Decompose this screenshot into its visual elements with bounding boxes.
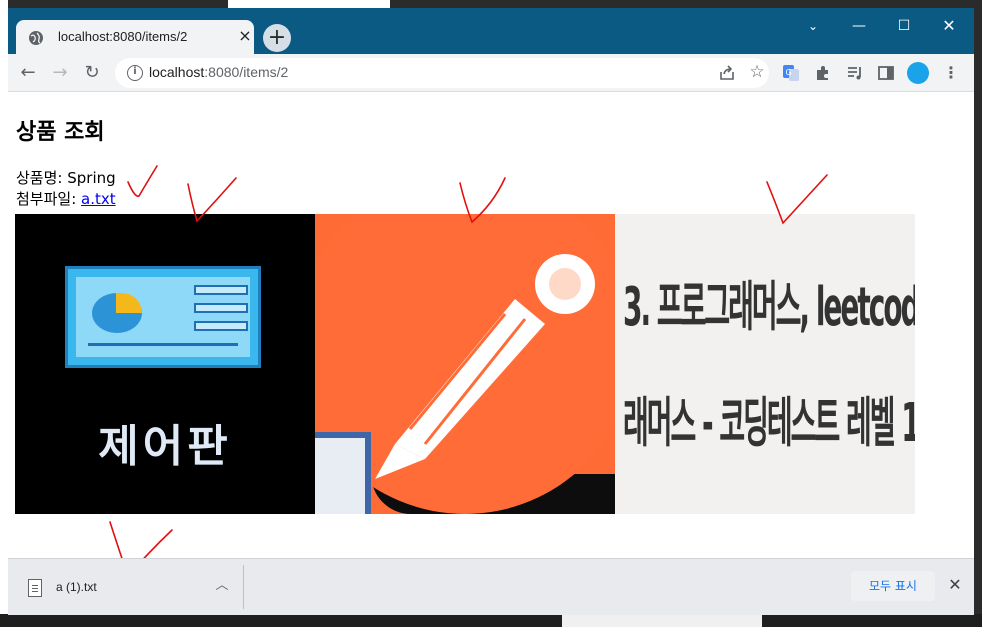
- product-name-row: 상품명: Spring: [16, 167, 116, 188]
- share-icon[interactable]: [717, 63, 737, 83]
- media-controls-icon[interactable]: [845, 63, 865, 83]
- product-image-3: 3. 프로그래머스, leetcode 프로그 래머스 - 코딩테스트 레벨 1…: [615, 214, 915, 514]
- tab-close-icon[interactable]: ×: [236, 27, 254, 45]
- control-panel-caption: 제어판: [98, 421, 232, 472]
- control-panel-icon: [65, 266, 261, 368]
- page-title: 상품 조회: [16, 120, 105, 145]
- postman-logo-icon: [375, 254, 595, 479]
- new-tab-button[interactable]: +: [263, 24, 291, 52]
- download-separator: [243, 565, 244, 609]
- chevron-up-icon[interactable]: ︿: [212, 576, 232, 596]
- download-file-name[interactable]: a (1).txt: [56, 580, 97, 594]
- image-text-line-2: 래머스 - 코딩테스트 레벨 1, 2, 3: [623, 391, 915, 455]
- extensions-puzzle-icon[interactable]: [813, 63, 833, 83]
- reload-button[interactable]: ↻: [78, 59, 106, 87]
- more-menu-icon[interactable]: ⋮: [941, 63, 961, 83]
- browser-tab[interactable]: localhost:8080/items/2 ×: [16, 20, 254, 54]
- attachment-link[interactable]: a.txt: [81, 190, 116, 208]
- profile-avatar-icon[interactable]: [907, 62, 929, 84]
- tab-title: localhost:8080/items/2: [58, 29, 188, 44]
- image-text-line-1: 3. 프로그래머스, leetcode 프로그: [623, 275, 915, 339]
- svg-text:G: G: [786, 68, 792, 77]
- close-window-button[interactable]: ✕: [926, 12, 972, 40]
- product-image-1: 제어판: [15, 214, 315, 514]
- page-content: 상품 조회 상품명: Spring 첨부파일: a.txt 제어판 3. 프로그…: [8, 92, 974, 558]
- back-button[interactable]: ←: [14, 59, 42, 87]
- maximize-button[interactable]: ☐: [881, 12, 927, 40]
- browser-toolbar: ← → ↻ i localhost:8080/items/2 ☆ G ⋮: [8, 54, 974, 92]
- translate-icon[interactable]: G: [781, 63, 801, 83]
- file-icon: [28, 579, 42, 597]
- product-name-value: Spring: [67, 169, 116, 187]
- tab-search-icon[interactable]: ⌄: [790, 12, 836, 40]
- browser-window: localhost:8080/items/2 × + ⌄ — ☐ ✕ ← → ↻…: [8, 8, 974, 615]
- product-name-label: 상품명:: [16, 169, 68, 187]
- minimize-button[interactable]: —: [836, 12, 882, 40]
- url-text[interactable]: localhost:8080/items/2: [149, 64, 288, 80]
- address-bar[interactable]: i localhost:8080/items/2 ☆: [115, 58, 769, 88]
- close-download-bar-icon[interactable]: ✕: [945, 575, 965, 595]
- product-image-2: [315, 214, 615, 514]
- download-bar: a (1).txt ︿ 모두 표시 ✕: [8, 558, 974, 615]
- title-bar: localhost:8080/items/2 × + ⌄ — ☐ ✕: [8, 8, 974, 54]
- side-panel-icon[interactable]: [876, 63, 896, 83]
- forward-button[interactable]: →: [46, 59, 74, 87]
- attachment-row: 첨부파일: a.txt: [16, 188, 116, 209]
- info-icon[interactable]: i: [127, 65, 143, 81]
- show-all-downloads-button[interactable]: 모두 표시: [851, 571, 935, 601]
- attachment-label: 첨부파일:: [16, 190, 82, 208]
- globe-icon: [29, 31, 43, 45]
- bookmark-star-icon[interactable]: ☆: [747, 62, 767, 82]
